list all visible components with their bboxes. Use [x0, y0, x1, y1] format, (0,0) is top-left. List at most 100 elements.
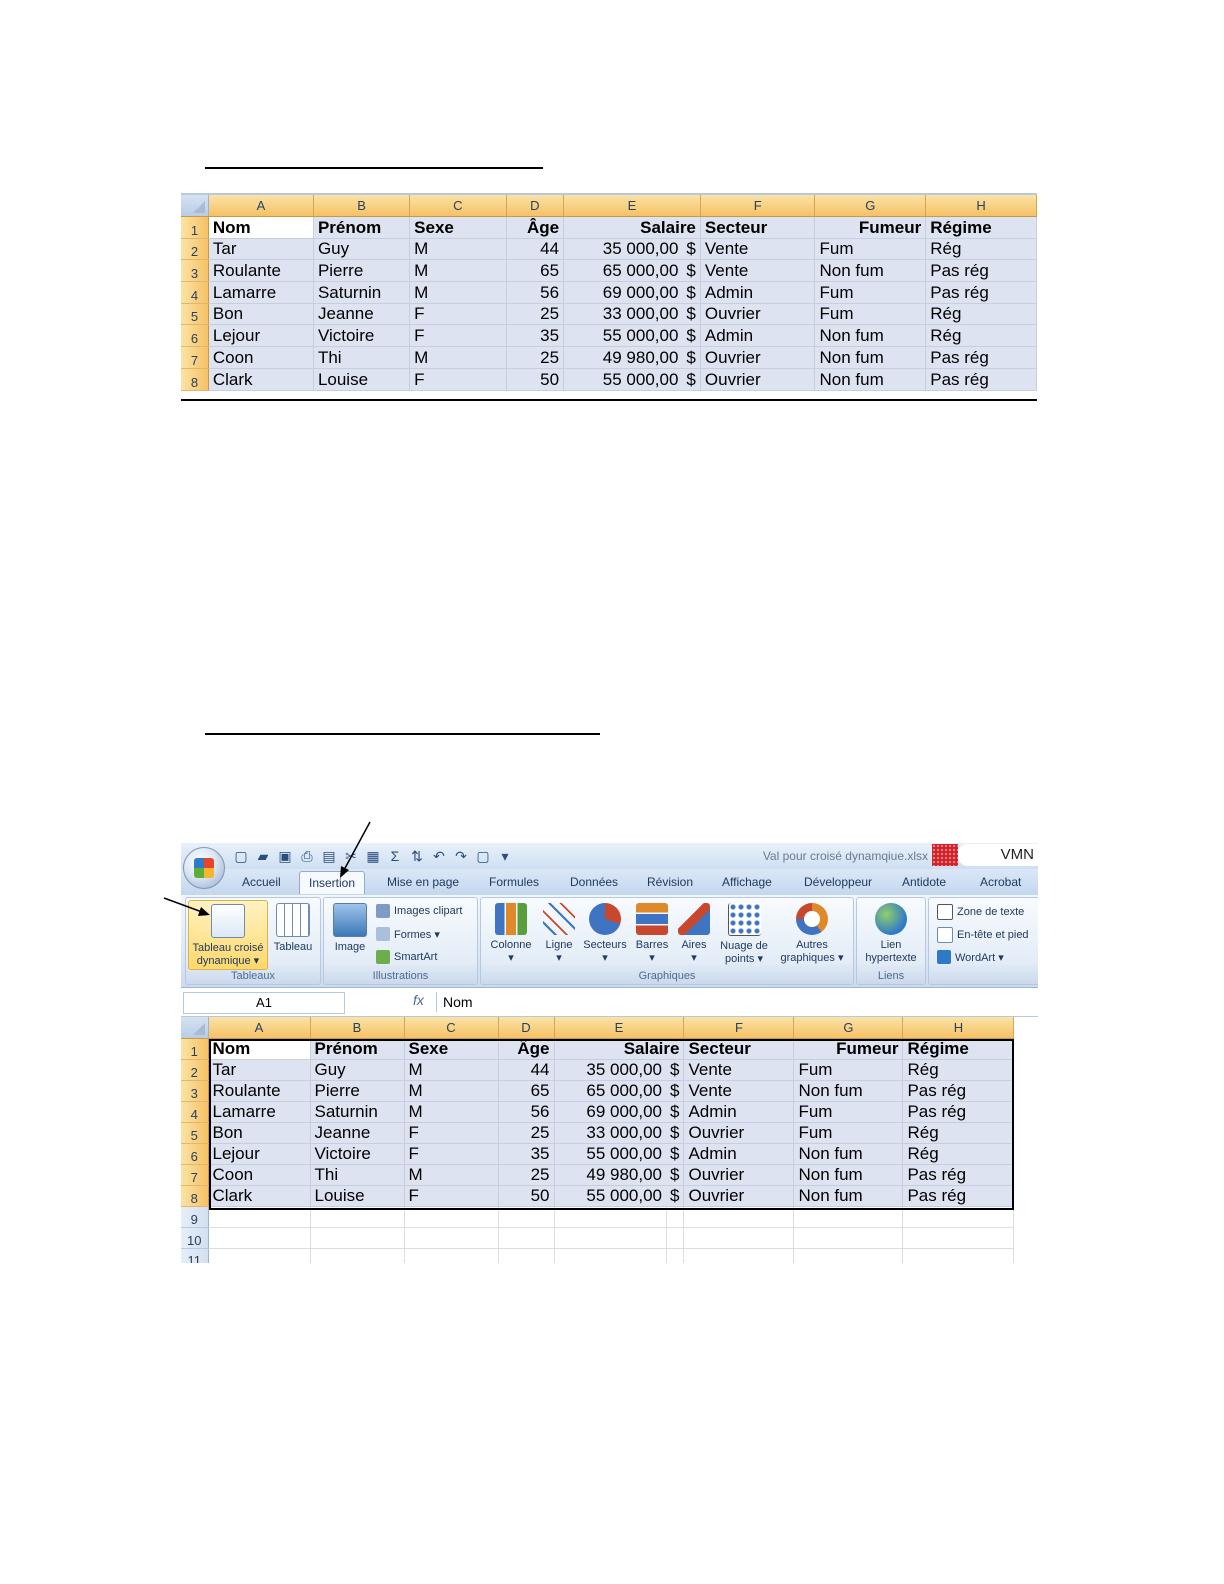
table-cell[interactable]: 35	[498, 1143, 555, 1165]
header-cell[interactable]: Régime	[902, 1038, 1015, 1060]
table-cell[interactable]: 55 000,00	[554, 1185, 666, 1207]
table-cell[interactable]: Non fum	[793, 1185, 904, 1207]
empty-cell[interactable]	[793, 1248, 904, 1263]
table-cell[interactable]: Rég	[902, 1143, 1015, 1165]
table-cell[interactable]: Admin	[683, 1101, 795, 1123]
column-header[interactable]: E	[554, 1017, 685, 1039]
table-cell[interactable]: 35	[506, 324, 565, 348]
office-button[interactable]	[183, 847, 225, 889]
table-cell[interactable]: $	[666, 1101, 685, 1123]
sum-icon[interactable]: Σ	[387, 848, 403, 864]
empty-cell[interactable]	[793, 1227, 904, 1249]
table-cell[interactable]: Non fum	[814, 346, 927, 369]
table-cell[interactable]: $	[666, 1080, 685, 1102]
row-header[interactable]: 1	[181, 1038, 209, 1060]
print-icon[interactable]: ⎙	[299, 848, 315, 864]
header-cell[interactable]: Sexe	[404, 1038, 499, 1060]
table-cell[interactable]: F	[404, 1122, 499, 1144]
tab-mise-en-page[interactable]: Mise en page	[387, 875, 459, 889]
table-cell[interactable]: Jeanne	[313, 303, 411, 326]
table-cell[interactable]: 35 000,00	[563, 238, 683, 261]
table-cell[interactable]: 69 000,00	[554, 1101, 666, 1123]
column-header[interactable]: E	[563, 195, 701, 217]
column-header[interactable]: G	[793, 1017, 904, 1039]
textbox-button[interactable]: Zone de texte	[937, 904, 1024, 920]
table-cell[interactable]: 55 000,00	[563, 368, 683, 391]
wordart-button[interactable]: WordArt ▾	[937, 950, 1004, 964]
save-icon[interactable]: ▣	[277, 848, 293, 864]
table-cell[interactable]: 25	[506, 346, 565, 369]
column-header[interactable]: F	[683, 1017, 795, 1039]
header-cell[interactable]: Sexe	[409, 216, 507, 239]
table-cell[interactable]: Admin	[683, 1143, 795, 1165]
table-cell[interactable]: $	[666, 1185, 685, 1207]
column-header[interactable]: H	[902, 1017, 1015, 1039]
table-cell[interactable]: Ouvrier	[683, 1122, 795, 1144]
table-cell[interactable]: Roulante	[208, 1080, 311, 1102]
table-cell[interactable]: $	[682, 303, 701, 326]
image-button[interactable]: Image	[328, 900, 372, 954]
select-all-corner[interactable]	[181, 195, 209, 217]
table-cell[interactable]: Lamarre	[208, 281, 314, 304]
table-cell[interactable]: Pierre	[313, 259, 411, 283]
table-button[interactable]: Tableau	[270, 900, 316, 954]
table-cell[interactable]: M	[409, 346, 507, 369]
table-cell[interactable]: Lamarre	[208, 1101, 311, 1123]
column-header[interactable]: D	[498, 1017, 555, 1039]
tab-acrobat[interactable]: Acrobat	[980, 875, 1021, 889]
table-cell[interactable]: Non fum	[793, 1164, 904, 1186]
table-cell[interactable]: M	[404, 1059, 499, 1081]
hyperlink-button[interactable]: Lien hypertexte	[861, 900, 921, 965]
table-cell[interactable]: Non fum	[814, 324, 927, 348]
empty-cell[interactable]	[310, 1206, 405, 1228]
table-cell[interactable]: M	[409, 259, 507, 283]
table-cell[interactable]: Bon	[208, 1122, 311, 1144]
empty-cell[interactable]	[498, 1248, 555, 1263]
column-header[interactable]: C	[409, 195, 507, 217]
table-cell[interactable]: Pierre	[310, 1080, 405, 1102]
tab-antidote[interactable]: Antidote	[902, 875, 946, 889]
row-header[interactable]: 11	[181, 1248, 209, 1263]
table-cell[interactable]: $	[682, 346, 701, 369]
table-cell[interactable]: Clark	[208, 368, 314, 391]
shapes-button[interactable]: Formes ▾	[376, 927, 440, 941]
smartart-button[interactable]: SmartArt	[376, 950, 437, 964]
pie-chart-button[interactable]: Secteurs ▾	[581, 900, 629, 965]
table-cell[interactable]: Fum	[793, 1059, 904, 1081]
empty-cell[interactable]	[310, 1227, 405, 1249]
table-cell[interactable]: Non fum	[793, 1143, 904, 1165]
bar-chart-button[interactable]: Barres ▾	[631, 900, 673, 965]
table-cell[interactable]: 65	[506, 259, 565, 283]
header-cell[interactable]: Prénom	[313, 216, 411, 239]
tab-developpeur[interactable]: Développeur	[804, 875, 872, 889]
header-cell[interactable]: Secteur	[683, 1038, 795, 1060]
table-cell[interactable]: F	[409, 324, 507, 348]
empty-cell[interactable]	[310, 1248, 405, 1263]
table-cell[interactable]: 49 980,00	[554, 1164, 666, 1186]
table-cell[interactable]: 65 000,00	[554, 1080, 666, 1102]
scatter-chart-button[interactable]: Nuage de points ▾	[715, 900, 773, 966]
empty-cell[interactable]	[404, 1248, 499, 1263]
table-cell[interactable]: Coon	[208, 346, 314, 369]
row-header[interactable]: 10	[181, 1227, 209, 1249]
column-header[interactable]: F	[700, 195, 816, 217]
column-header[interactable]: G	[814, 195, 927, 217]
table-cell[interactable]: 44	[506, 238, 565, 261]
table-cell[interactable]: $	[682, 368, 701, 391]
table-cell[interactable]: 50	[506, 368, 565, 391]
table-cell[interactable]: Pas rég	[902, 1101, 1015, 1123]
table-cell[interactable]: $	[682, 281, 701, 304]
new-icon[interactable]: ▢	[233, 848, 249, 864]
table-cell[interactable]: $	[666, 1059, 685, 1081]
redo-icon[interactable]: ↷	[453, 848, 469, 864]
table-cell[interactable]: $	[682, 324, 701, 348]
table-cell[interactable]: Rég	[902, 1122, 1015, 1144]
tab-formules[interactable]: Formules	[489, 875, 539, 889]
table-cell[interactable]: 44	[498, 1059, 555, 1081]
table-cell[interactable]: Fum	[814, 303, 927, 326]
table-cell[interactable]: Thi	[310, 1164, 405, 1186]
row-header[interactable]: 4	[181, 281, 209, 304]
header-cell[interactable]: Salaire	[563, 216, 701, 239]
table-cell[interactable]: Ouvrier	[683, 1164, 795, 1186]
table-cell[interactable]: 25	[498, 1164, 555, 1186]
